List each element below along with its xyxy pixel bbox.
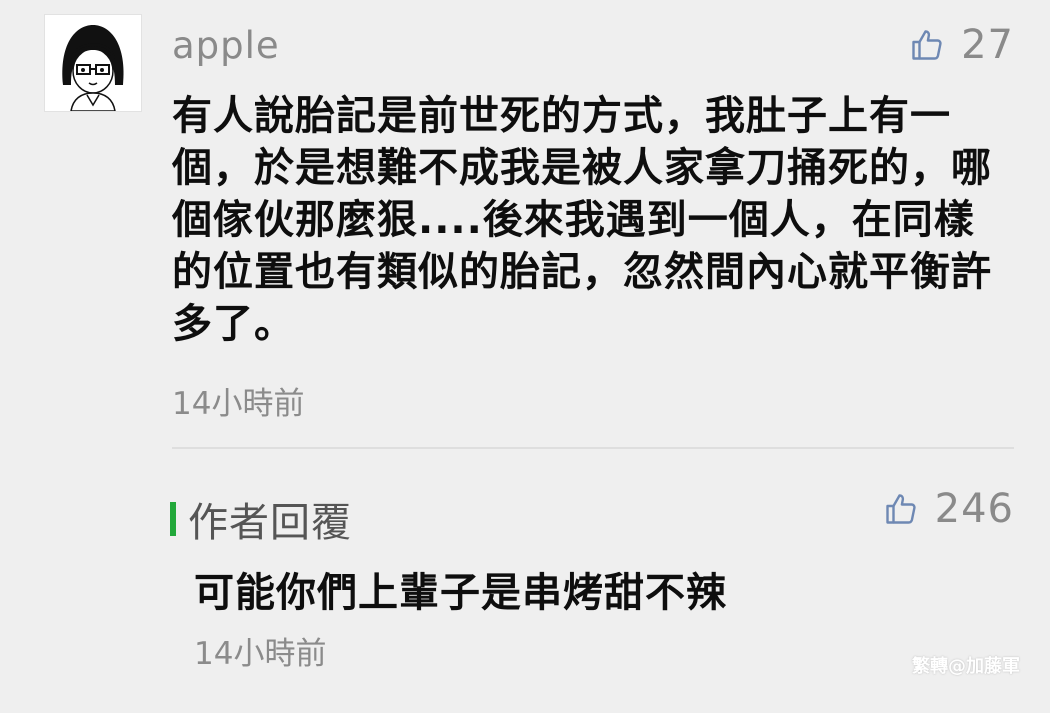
author-reply-label: 作者回覆 [188, 500, 352, 546]
reply-timestamp: 14小時前 [194, 636, 327, 672]
username[interactable]: apple [172, 24, 280, 67]
reply-accent-bar [170, 502, 176, 536]
watermark: 繁轉@加藤軍 [912, 656, 1020, 677]
avatar[interactable] [44, 14, 142, 112]
divider [172, 447, 1014, 449]
author-reply-header: 作者回覆 [170, 490, 352, 548]
reply-like-button[interactable]: 246 [883, 486, 1014, 532]
thumbs-up-icon [885, 494, 916, 524]
reply-like-count: 246 [934, 486, 1014, 532]
thumbs-up-icon [912, 30, 942, 60]
cartoon-girl-avatar-icon [45, 15, 141, 111]
comment-text: 有人說胎記是前世死的方式，我肚子上有一個，於是想難不成我是被人家拿刀捅死的，哪個… [172, 93, 992, 347]
like-count: 27 [961, 22, 1014, 68]
like-button[interactable]: 27 [909, 22, 1014, 68]
comment-timestamp: 14小時前 [172, 386, 305, 422]
reply-text: 可能你們上輩子是串烤甜不辣 [194, 570, 727, 616]
